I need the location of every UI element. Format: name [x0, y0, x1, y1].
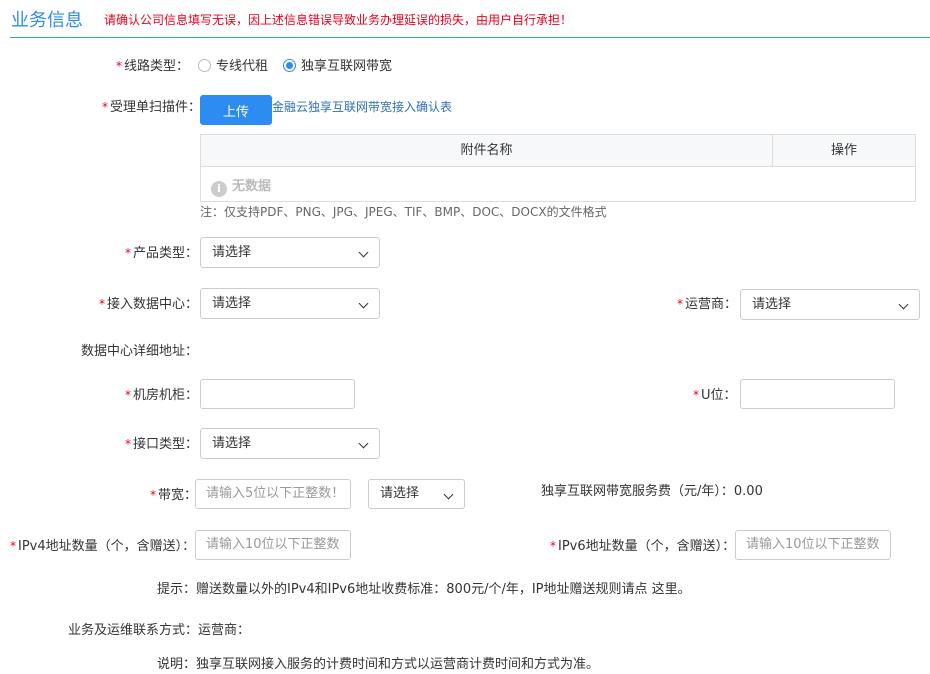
file-format-note: 注：仅支持PDF、PNG、JPG、JPEG、TIF、BMP、DOC、DOCX的文…: [200, 205, 607, 219]
radio-dedicated-line[interactable]: 专线代租: [198, 55, 268, 74]
fee-hint: 提示：赠送数量以外的IPv4和IPv6地址收费标准：800元/个/年，IP地址赠…: [157, 582, 691, 597]
required-mark: *: [102, 100, 108, 114]
required-mark: *: [677, 297, 683, 311]
bandwidth-unit-value: 请选择: [380, 486, 420, 501]
contact-value: 运营商：: [198, 623, 251, 638]
chevron-down-icon: [358, 438, 369, 449]
product-type-label-text: 产品类型：: [133, 246, 199, 261]
u-position-label: * U位：: [693, 384, 737, 403]
interface-type-label-text: 接口类型：: [133, 437, 199, 452]
service-fee-value: 0.00: [733, 484, 763, 499]
empty-text: 无数据: [232, 179, 272, 194]
info-icon: i: [211, 181, 227, 197]
template-link[interactable]: 金融云独享互联网带宽接入确认表: [272, 98, 452, 115]
operator-value: 请选择: [752, 297, 792, 312]
attachment-table: 附件名称 操作 i 无数据: [200, 134, 916, 202]
cabinet-label-text: 机房机柜：: [133, 388, 199, 403]
service-fee: 独享互联网带宽服务费（元/年）：0.00: [541, 480, 763, 499]
bandwidth-unit-select[interactable]: 请选择: [368, 479, 465, 509]
required-mark: *: [693, 388, 699, 402]
required-mark: *: [10, 539, 16, 553]
radio-internet-bandwidth-label: 独享互联网带宽: [301, 59, 393, 74]
required-mark: *: [550, 539, 556, 553]
required-mark: *: [150, 488, 156, 502]
bandwidth-label-text: 带宽：: [158, 488, 198, 503]
chevron-down-icon: [358, 298, 369, 309]
column-attachment-name: 附件名称: [201, 135, 773, 167]
radio-circle-icon[interactable]: [198, 59, 211, 72]
column-action: 操作: [830, 143, 857, 158]
cabinet-label: * 机房机柜：: [125, 384, 198, 403]
empty-state: i 无数据: [211, 175, 271, 197]
interface-type-label: * 接口类型：: [125, 433, 198, 452]
upload-button[interactable]: 上传: [200, 95, 272, 125]
chevron-down-icon: [358, 247, 369, 258]
operator-label: * 运营商：: [677, 293, 737, 312]
u-position-input[interactable]: [740, 379, 895, 409]
ipv6-input[interactable]: 请输入10位以下正整数: [735, 530, 891, 560]
chevron-down-icon: [898, 299, 909, 310]
required-mark: *: [116, 59, 122, 73]
cabinet-input[interactable]: [200, 379, 355, 409]
data-center-value: 请选择: [212, 296, 252, 311]
ipv4-input[interactable]: 请输入10位以下正整数: [195, 530, 351, 560]
data-center-label: * 接入数据中心：: [99, 293, 198, 312]
data-center-select[interactable]: 请选择: [200, 288, 380, 319]
table-header: 附件名称 操作: [201, 135, 915, 167]
operator-label-text: 运营商：: [685, 297, 738, 312]
data-center-label-text: 接入数据中心：: [107, 297, 199, 312]
scan-label: * 受理单扫描件：: [102, 96, 201, 115]
product-type-select[interactable]: 请选择: [200, 237, 380, 268]
scan-label-text: 受理单扫描件：: [110, 100, 202, 115]
interface-type-value: 请选择: [212, 436, 252, 451]
contact-label: 业务及运维联系方式：: [68, 623, 199, 638]
bandwidth-input[interactable]: 请输入5位以下正整数！: [195, 479, 351, 509]
service-fee-label: 独享互联网带宽服务费（元/年）：: [541, 484, 734, 499]
chevron-down-icon: [443, 489, 454, 500]
radio-checked-icon[interactable]: [283, 59, 296, 72]
product-type-value: 请选择: [212, 245, 252, 260]
radio-internet-bandwidth[interactable]: 独享互联网带宽: [283, 55, 392, 74]
line-type-label-text: 线路类型：: [124, 59, 190, 74]
dc-address-label: 数据中心详细地址：: [81, 344, 199, 359]
warning-text: 请确认公司信息填写无误，因上述信息错误导致业务办理延误的损失，由用户自行承担！: [104, 13, 573, 27]
billing-explain: 说明：独享互联网接入服务的计费时间和方式以运营商计费时间和方式为准。: [157, 657, 600, 672]
section-title: 业务信息: [11, 10, 83, 31]
required-mark: *: [125, 246, 131, 260]
product-type-label: * 产品类型：: [125, 242, 198, 261]
ipv6-label: * IPv6地址数量（个，含赠送）：: [550, 535, 735, 554]
line-type-label: * 线路类型：: [116, 55, 189, 74]
u-position-label-text: U位：: [701, 388, 737, 403]
interface-type-select[interactable]: 请选择: [200, 428, 380, 459]
bandwidth-label: * 带宽：: [150, 484, 197, 503]
header-divider: [10, 37, 930, 38]
ipv6-label-text: IPv6地址数量（个，含赠送）：: [558, 539, 736, 554]
required-mark: *: [125, 437, 131, 451]
radio-dedicated-line-label: 专线代租: [216, 59, 269, 74]
required-mark: *: [125, 388, 131, 402]
ipv4-label: * IPv4地址数量（个，含赠送）：: [10, 535, 195, 554]
contact-row: 业务及运维联系方式：运营商：: [68, 619, 250, 638]
required-mark: *: [99, 297, 105, 311]
operator-select[interactable]: 请选择: [740, 289, 920, 320]
ipv4-label-text: IPv4地址数量（个，含赠送）：: [18, 539, 196, 554]
